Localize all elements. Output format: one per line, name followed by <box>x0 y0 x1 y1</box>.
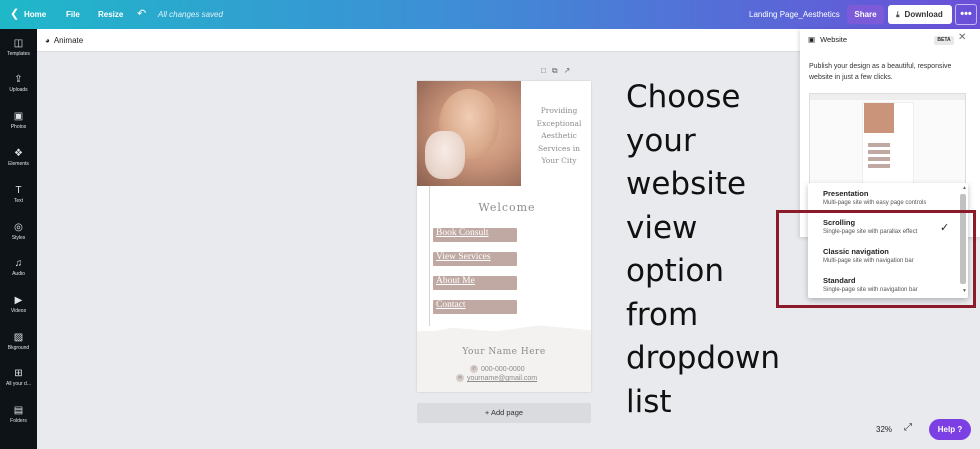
photo-hand <box>425 131 465 179</box>
nav-button-about-me[interactable]: About Me <box>433 276 517 290</box>
sidebar-item-all-designs[interactable]: ⊞ All your d... <box>0 368 37 387</box>
preview-browser-bar <box>810 94 965 100</box>
sidebar-item-styles[interactable]: ◎ Styles <box>0 222 37 241</box>
option-presentation[interactable]: Presentation Multi-page site with easy pa… <box>823 189 953 206</box>
scroll-up-icon[interactable]: ▲ <box>962 185 967 191</box>
download-icon: ⤓ <box>896 10 900 19</box>
add-page-button[interactable]: + Add page <box>417 403 591 423</box>
preview-nav-bar <box>868 143 890 147</box>
welcome-heading[interactable]: Welcome <box>447 201 567 214</box>
left-sidebar: ◫ Templates ⇪ Uploads ▣ Photos ❖ Elements TT… <box>0 29 37 449</box>
page-actions: □ ⧉ ↗ <box>541 66 576 76</box>
share-button[interactable]: Share <box>847 5 884 24</box>
background-icon: ▨ <box>13 332 24 343</box>
help-button[interactable]: Help ? <box>929 419 971 440</box>
home-button[interactable]: Home <box>24 0 46 29</box>
sidebar-item-uploads[interactable]: ⇪ Uploads <box>0 74 37 93</box>
email-text[interactable]: ✉ yourname@gmail.com <box>456 374 537 382</box>
uploads-icon: ⇪ <box>14 74 23 85</box>
note-icon[interactable]: □ <box>541 66 546 75</box>
text-icon: T <box>15 185 22 196</box>
folder-icon: ▤ <box>13 405 24 416</box>
design-footer: Your Name Here ✆ 000-000-0000 ✉ yourname@g… <box>417 325 591 392</box>
beta-badge: BETA <box>934 36 954 45</box>
design-page[interactable]: Providing Exceptional Aesthetic Services… <box>417 81 591 392</box>
preview-nav-bar <box>868 157 890 161</box>
templates-icon: ◫ <box>13 38 24 49</box>
styles-icon: ◎ <box>14 222 23 233</box>
footer-wave <box>417 325 591 335</box>
spa-photo[interactable] <box>417 81 521 186</box>
close-icon[interactable]: ✕ <box>958 32 966 43</box>
website-preview <box>809 93 966 188</box>
grid-icon: ⊞ <box>14 368 23 379</box>
zoom-level[interactable]: 32% <box>876 425 892 434</box>
duplicate-icon[interactable]: ⧉ <box>552 66 558 75</box>
panel-description: Publish your design as a beautiful, resp… <box>809 63 952 81</box>
preview-nav-bar <box>868 164 890 168</box>
download-button[interactable]: ⤓ Download <box>888 5 952 24</box>
sidebar-item-elements[interactable]: ❖ Elements <box>0 148 37 167</box>
phone-icon: ✆ <box>470 365 478 373</box>
preview-page <box>862 102 914 188</box>
sidebar-item-audio[interactable]: ♫ Audio <box>0 258 37 277</box>
name-text[interactable]: Your Name Here <box>417 347 591 357</box>
nav-button-contact[interactable]: Contact <box>433 300 517 314</box>
email-icon: ✉ <box>456 374 464 382</box>
elements-icon: ❖ <box>14 148 23 159</box>
top-bar: ❮ Home File Resize ↶ All changes saved L… <box>0 0 980 29</box>
more-options-button[interactable]: ••• <box>955 4 977 25</box>
tagline-text[interactable]: Providing Exceptional Aesthetic Services… <box>531 105 587 168</box>
phone-text[interactable]: ✆ 000-000-0000 <box>470 365 525 373</box>
sidebar-item-text[interactable]: T Text <box>0 185 37 204</box>
fullscreen-icon[interactable]: ⤢ <box>904 422 912 433</box>
resize-button[interactable]: Resize <box>98 0 123 29</box>
highlight-box <box>776 210 976 308</box>
preview-image <box>864 103 894 133</box>
animate-button[interactable]: ◕ Animate <box>45 29 83 52</box>
divider-line <box>429 186 430 326</box>
add-page-icon[interactable]: ↗ <box>564 66 571 75</box>
chevron-left-icon[interactable]: ❮ <box>10 0 19 29</box>
panel-title: ▣ Website <box>808 35 848 44</box>
sidebar-item-videos[interactable]: ▶ Videos <box>0 295 37 314</box>
document-title[interactable]: Landing Page_Aesthetics <box>749 0 840 29</box>
instruction-text: Choose your website view option from dro… <box>626 79 781 420</box>
sidebar-item-background[interactable]: ▨ Bkground <box>0 332 37 351</box>
photos-icon: ▣ <box>13 111 24 122</box>
animate-icon: ◕ <box>45 36 50 45</box>
preview-nav-bar <box>868 150 890 154</box>
file-menu[interactable]: File <box>66 0 80 29</box>
audio-icon: ♫ <box>14 258 23 269</box>
nav-button-book-consult[interactable]: Book Consult <box>433 228 517 242</box>
nav-button-view-services[interactable]: View Services <box>433 252 517 266</box>
download-label: Download <box>904 10 943 19</box>
videos-icon: ▶ <box>14 295 23 306</box>
sidebar-item-templates[interactable]: ◫ Templates <box>0 38 37 57</box>
animate-label: Animate <box>53 36 84 45</box>
sidebar-item-folders[interactable]: ▤ Folders <box>0 405 37 424</box>
save-status: All changes saved <box>158 10 223 19</box>
undo-icon[interactable]: ↶ <box>137 0 146 29</box>
sidebar-item-photos[interactable]: ▣ Photos <box>0 111 37 130</box>
website-icon: ▣ <box>808 35 816 44</box>
